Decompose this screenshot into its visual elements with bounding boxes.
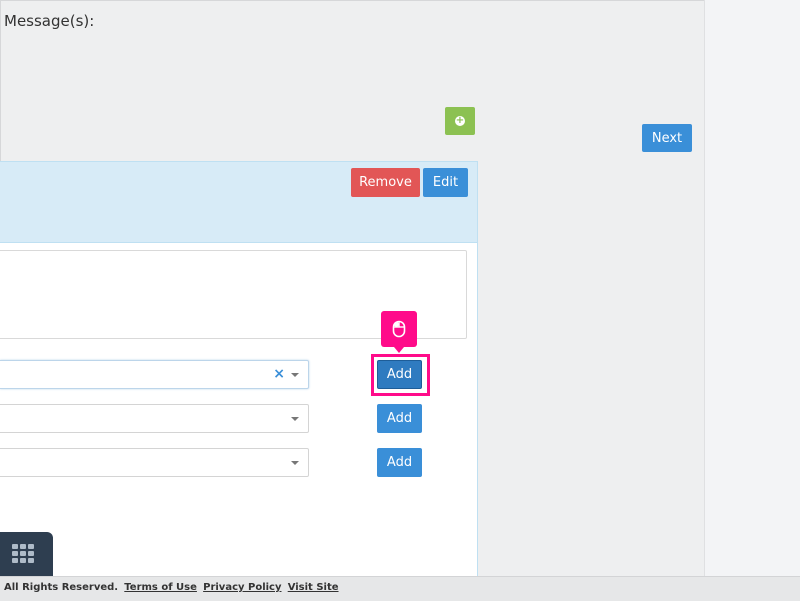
select-field-3[interactable]: [0, 448, 309, 477]
mouse-icon: [381, 311, 417, 353]
terms-link[interactable]: Terms of Use: [124, 582, 197, 593]
select-field-1[interactable]: ×: [0, 360, 309, 389]
right-panel: [704, 0, 800, 576]
visit-site-link[interactable]: Visit Site: [288, 582, 339, 593]
copyright-text: All Rights Reserved.: [4, 582, 119, 593]
select-field-2[interactable]: [0, 404, 309, 433]
chevron-down-icon[interactable]: [291, 417, 299, 421]
next-button[interactable]: Next: [642, 124, 692, 152]
close-icon[interactable]: ×: [273, 366, 285, 382]
remove-button[interactable]: Remove: [351, 168, 420, 197]
add-button-3[interactable]: Add: [377, 448, 422, 477]
add-button-1[interactable]: Add: [377, 360, 422, 389]
edit-button[interactable]: Edit: [423, 168, 468, 197]
messages-label: Message(s):: [4, 12, 95, 30]
add-button-2[interactable]: Add: [377, 404, 422, 433]
chevron-down-icon[interactable]: [291, 373, 299, 377]
add-message-button[interactable]: +: [445, 107, 475, 135]
privacy-link[interactable]: Privacy Policy: [203, 582, 281, 593]
plus-circle-icon: +: [455, 115, 465, 126]
grid-icon: [12, 544, 34, 563]
chevron-down-icon[interactable]: [291, 461, 299, 465]
app-dock-button[interactable]: [0, 532, 53, 576]
footer: All Rights Reserved. Terms of Use Privac…: [0, 576, 800, 601]
